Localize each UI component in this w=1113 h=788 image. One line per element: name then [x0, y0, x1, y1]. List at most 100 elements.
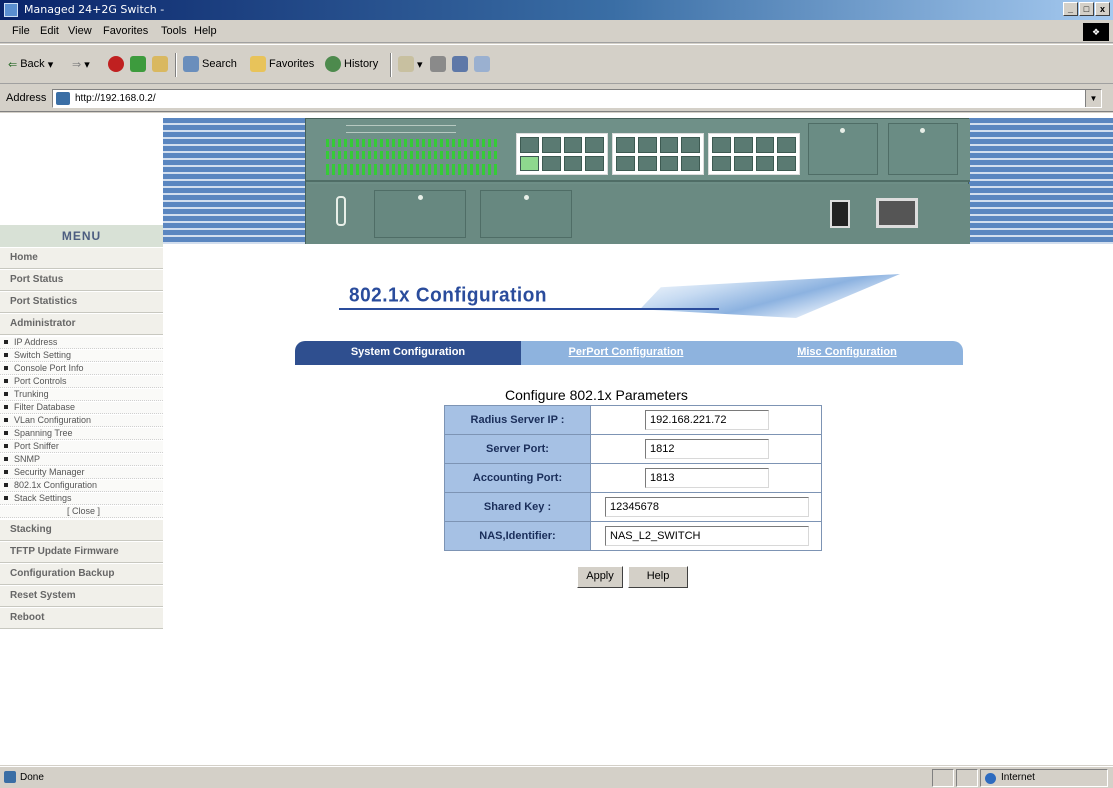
- expansion-slot-1: [374, 190, 466, 238]
- windows-logo-icon: ❖: [1083, 23, 1109, 41]
- address-dropdown-icon[interactable]: ▼: [1085, 90, 1101, 107]
- discuss-button[interactable]: [474, 55, 490, 73]
- ie-app-icon: [4, 3, 18, 17]
- switch-lower-panel: [306, 184, 970, 244]
- refresh-icon: [130, 56, 146, 72]
- menu-favorites[interactable]: Favorites: [103, 25, 148, 37]
- port: [712, 137, 731, 153]
- sidebar-item-reboot[interactable]: Reboot: [0, 608, 163, 629]
- sidebar-sub-security-manager[interactable]: Security Manager: [0, 467, 163, 479]
- print-button[interactable]: [430, 55, 446, 73]
- accounting-port-label: Accounting Port:: [445, 464, 591, 492]
- favorites-button[interactable]: Favorites: [250, 55, 314, 73]
- sidebar-sub-stack-settings[interactable]: Stack Settings: [0, 493, 163, 505]
- nas-identifier-input[interactable]: [605, 526, 809, 546]
- favorites-label: Favorites: [269, 58, 315, 70]
- port: [681, 155, 700, 171]
- forward-dropdown-icon: ▾: [84, 58, 90, 71]
- sidebar-item-configuration-backup[interactable]: Configuration Backup: [0, 564, 163, 585]
- tab-system-configuration[interactable]: System Configuration: [295, 341, 521, 365]
- address-bar: Address http://192.168.0.2/ ▼: [0, 86, 1113, 112]
- sidebar-sub-switch-setting[interactable]: Switch Setting: [0, 350, 163, 362]
- accounting-port-input[interactable]: [645, 468, 769, 488]
- tab-perport-configuration[interactable]: PerPort Configuration: [521, 341, 731, 365]
- port: [541, 155, 561, 171]
- menu-file[interactable]: File: [12, 25, 30, 37]
- bullet-icon: [4, 340, 8, 344]
- port: [659, 137, 679, 153]
- stop-button[interactable]: [108, 55, 124, 73]
- forward-arrow-icon: ⇒: [72, 58, 82, 71]
- sidebar-sub-port-controls[interactable]: Port Controls: [0, 376, 163, 388]
- sidebar-sub-snmp[interactable]: SNMP: [0, 454, 163, 466]
- menu-tools[interactable]: Tools: [161, 25, 187, 37]
- bullet-icon: [4, 379, 8, 383]
- minimize-button[interactable]: _: [1063, 2, 1078, 16]
- page-icon: [56, 92, 70, 105]
- mail-button[interactable]: ▾: [398, 55, 423, 73]
- toolbar-separator: [175, 53, 177, 77]
- sidebar-item-tftp-update-firmware[interactable]: TFTP Update Firmware: [0, 542, 163, 563]
- back-button[interactable]: ⇐ Back ▾: [8, 55, 53, 73]
- history-icon: [325, 56, 341, 72]
- menu-help[interactable]: Help: [194, 25, 217, 37]
- port: [616, 137, 635, 153]
- sidebar-sub-8021x-configuration[interactable]: 802.1x Configuration: [0, 480, 163, 492]
- sidebar-sub-ip-address[interactable]: IP Address: [0, 337, 163, 349]
- bullet-icon: [4, 431, 8, 435]
- menu-view[interactable]: View: [68, 25, 92, 37]
- apply-button[interactable]: Apply: [577, 566, 623, 588]
- maximize-button[interactable]: □: [1079, 2, 1094, 16]
- history-button[interactable]: History: [325, 55, 378, 73]
- bullet-icon: [4, 405, 8, 409]
- menu-edit[interactable]: Edit: [40, 25, 59, 37]
- sidebar-item-home[interactable]: Home: [0, 248, 163, 269]
- mail-dropdown-icon: ▾: [417, 58, 423, 71]
- sidebar-sub-trunking[interactable]: Trunking: [0, 389, 163, 401]
- radius-server-ip-input[interactable]: [645, 410, 769, 430]
- tab-misc-configuration[interactable]: Misc Configuration: [731, 341, 963, 365]
- discuss-icon: [474, 56, 490, 72]
- port: [637, 137, 657, 153]
- security-zone-panel: Internet: [980, 769, 1108, 787]
- sidebar-sub-vlan-configuration[interactable]: VLan Configuration: [0, 415, 163, 427]
- shared-key-input[interactable]: [605, 497, 809, 517]
- back-label: Back: [20, 58, 45, 70]
- sidebar-item-reset-system[interactable]: Reset System: [0, 586, 163, 607]
- sidebar-item-administrator[interactable]: Administrator: [0, 314, 163, 335]
- title-underline: [339, 308, 719, 310]
- port: [712, 155, 731, 171]
- search-button[interactable]: Search: [183, 55, 237, 73]
- search-label: Search: [202, 58, 237, 70]
- port: [637, 155, 657, 171]
- sidebar-item-port-status[interactable]: Port Status: [0, 270, 163, 291]
- close-button[interactable]: x: [1095, 2, 1110, 16]
- server-port-input[interactable]: [645, 439, 769, 459]
- refresh-button[interactable]: [130, 55, 146, 73]
- sidebar-sub-spanning-tree[interactable]: Spanning Tree: [0, 428, 163, 440]
- home-button[interactable]: [152, 55, 168, 73]
- sidebar-sub-filter-database[interactable]: Filter Database: [0, 402, 163, 414]
- port: [616, 155, 635, 171]
- address-url: http://192.168.0.2/: [75, 93, 156, 104]
- menu-bar: File Edit View Favorites Tools Help ❖: [0, 21, 1113, 43]
- sidebar-item-port-statistics[interactable]: Port Statistics: [0, 292, 163, 313]
- sidebar-item-stacking[interactable]: Stacking: [0, 520, 163, 541]
- bullet-icon: [4, 392, 8, 396]
- page-done-icon: [4, 771, 16, 783]
- sidebar-sub-port-sniffer[interactable]: Port Sniffer: [0, 441, 163, 453]
- sidebar-close-link[interactable]: [ Close ]: [0, 506, 163, 518]
- forward-button[interactable]: ⇒ ▾: [72, 55, 90, 73]
- bullet-icon: [4, 353, 8, 357]
- address-label: Address: [6, 92, 47, 104]
- address-input[interactable]: http://192.168.0.2/ ▼: [52, 89, 1102, 108]
- bullet-icon: [4, 457, 8, 461]
- back-dropdown-icon: ▾: [47, 58, 54, 71]
- banner-stripe-left: [163, 118, 305, 244]
- help-button[interactable]: Help: [628, 566, 688, 588]
- window-title-bar[interactable]: Managed 24+2G Switch - _ □ x: [0, 0, 1113, 20]
- port: [659, 155, 679, 171]
- sidebar-sub-label: Trunking: [14, 389, 49, 399]
- edit-button[interactable]: [452, 55, 468, 73]
- sidebar-sub-console-port-info[interactable]: Console Port Info: [0, 363, 163, 375]
